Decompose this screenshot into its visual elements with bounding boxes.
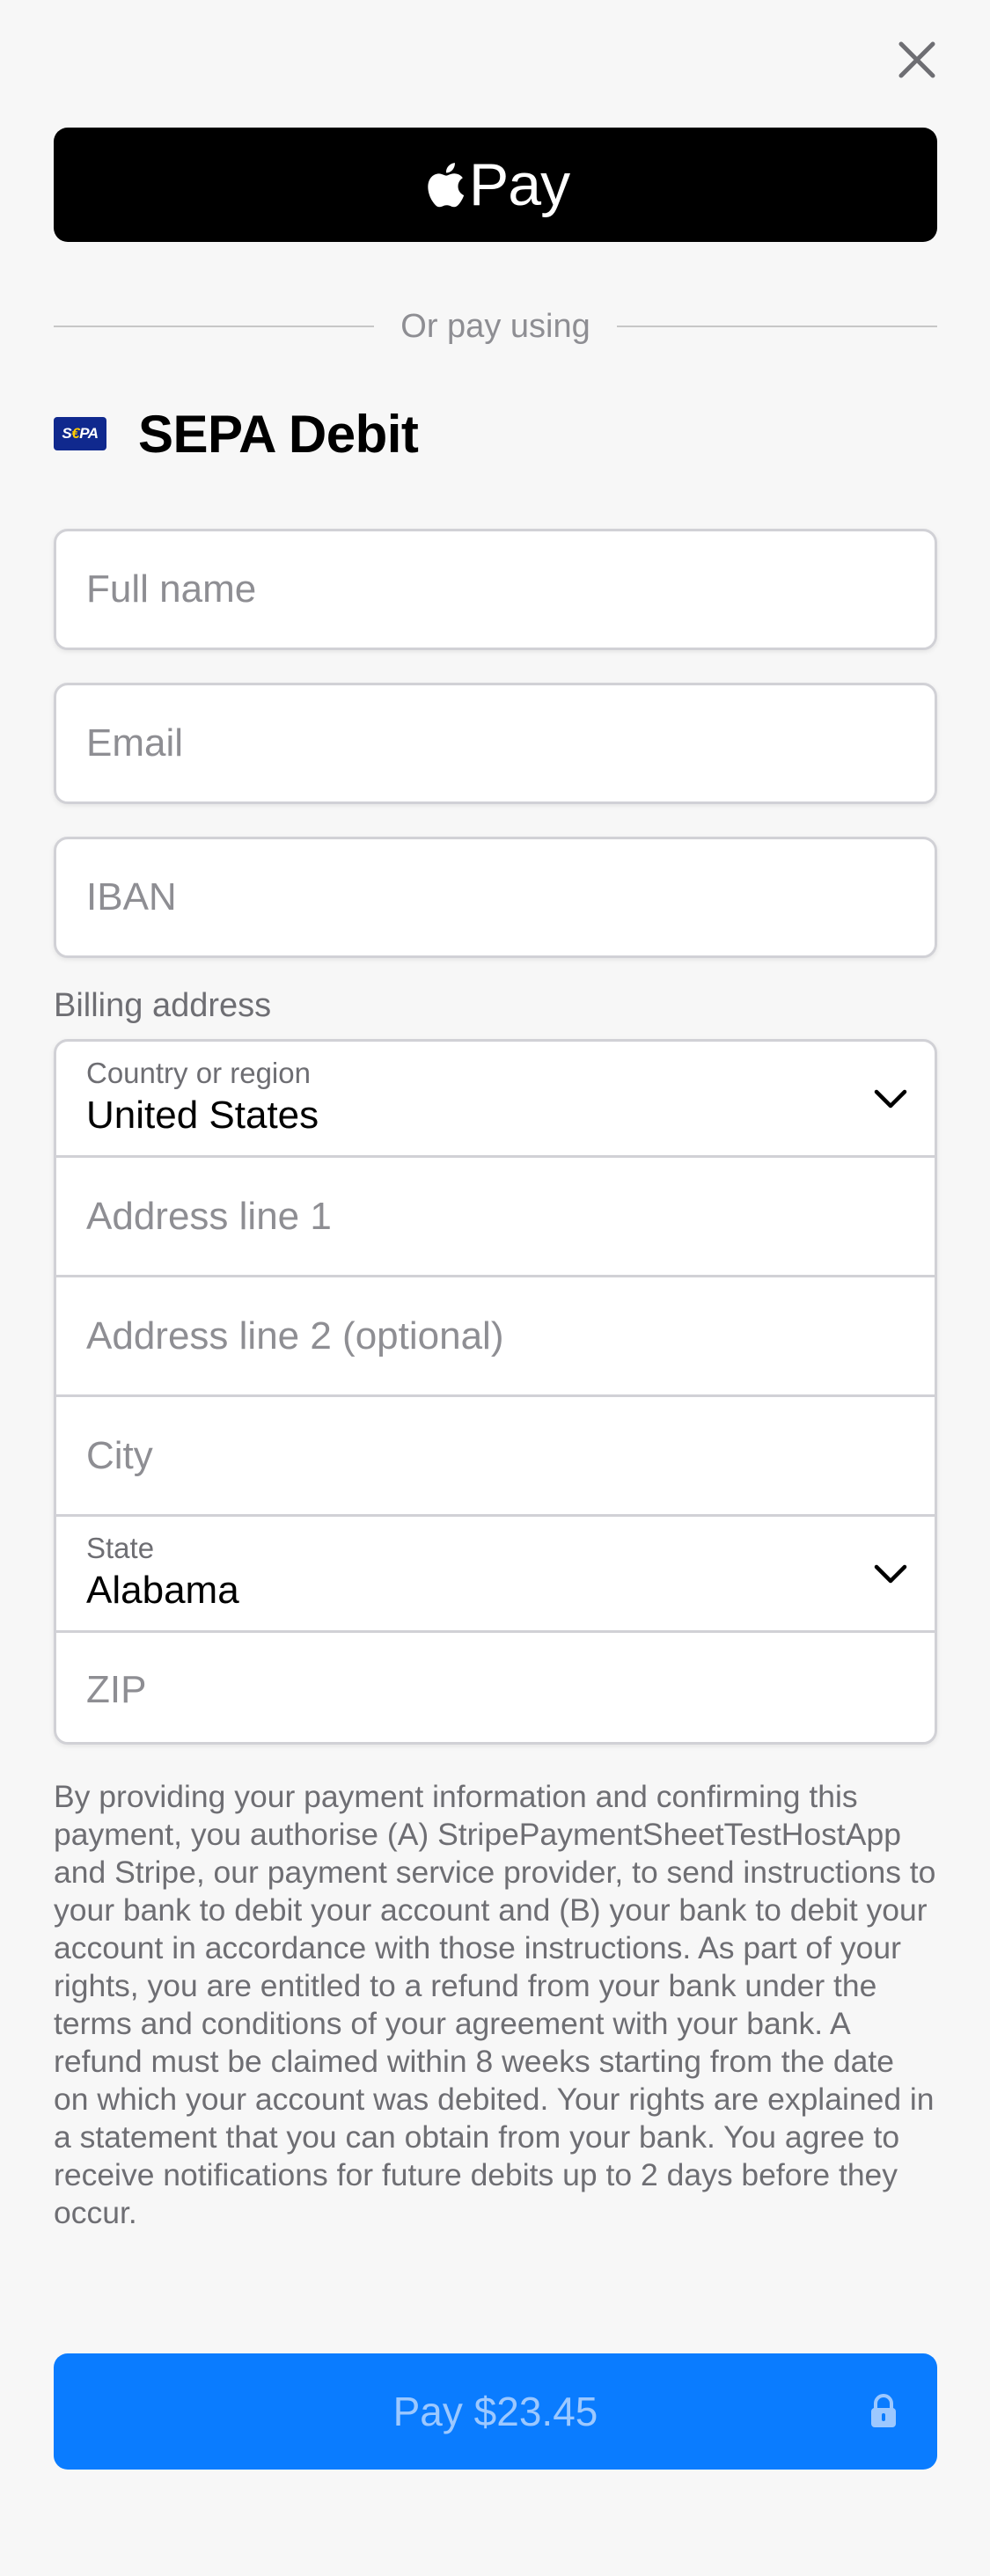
chevron-down-icon xyxy=(874,1564,907,1583)
payment-sheet: Pay Or pay using S € PA SEPA Debit Full na… xyxy=(0,0,990,2576)
divider-text: Or pay using xyxy=(400,307,590,345)
sepa-logo-icon: S € PA xyxy=(54,417,106,450)
apple-pay-label: Pay xyxy=(468,151,570,218)
country-select[interactable]: Country or region United States xyxy=(56,1042,935,1158)
zip-field[interactable]: ZIP xyxy=(56,1633,935,1742)
state-value: Alabama xyxy=(86,1569,239,1613)
billing-address-group: Country or region United States Address … xyxy=(54,1039,937,1745)
close-icon xyxy=(898,41,935,78)
billing-address-label: Billing address xyxy=(54,987,272,1024)
payment-method-header: S € PA SEPA Debit xyxy=(54,400,419,467)
country-label: Country or region xyxy=(86,1056,311,1089)
sepa-mandate-text: By providing your payment information an… xyxy=(54,1779,936,2230)
state-label: State xyxy=(86,1531,155,1564)
lock-icon xyxy=(871,2394,896,2427)
full-name-field[interactable]: Full name xyxy=(54,529,937,650)
divider-line-right xyxy=(616,326,938,327)
divider-line-left xyxy=(54,326,375,327)
or-pay-using-divider: Or pay using xyxy=(54,304,938,349)
email-field[interactable]: Email xyxy=(54,683,937,804)
apple-logo-icon xyxy=(428,163,465,208)
chevron-down-icon xyxy=(874,1089,907,1108)
country-value: United States xyxy=(86,1094,319,1138)
city-field[interactable]: City xyxy=(56,1397,935,1517)
address-line2-field[interactable]: Address line 2 (optional) xyxy=(56,1277,935,1397)
iban-field[interactable]: IBAN xyxy=(54,837,937,958)
state-select[interactable]: State Alabama xyxy=(56,1517,935,1633)
address-line1-field[interactable]: Address line 1 xyxy=(56,1158,935,1277)
pay-button-label: Pay $23.45 xyxy=(392,2389,598,2434)
close-button[interactable] xyxy=(892,35,942,84)
payment-method-title: SEPA Debit xyxy=(138,404,419,464)
pay-button[interactable]: Pay $23.45 xyxy=(54,2353,937,2470)
apple-pay-button[interactable]: Pay xyxy=(54,128,937,242)
